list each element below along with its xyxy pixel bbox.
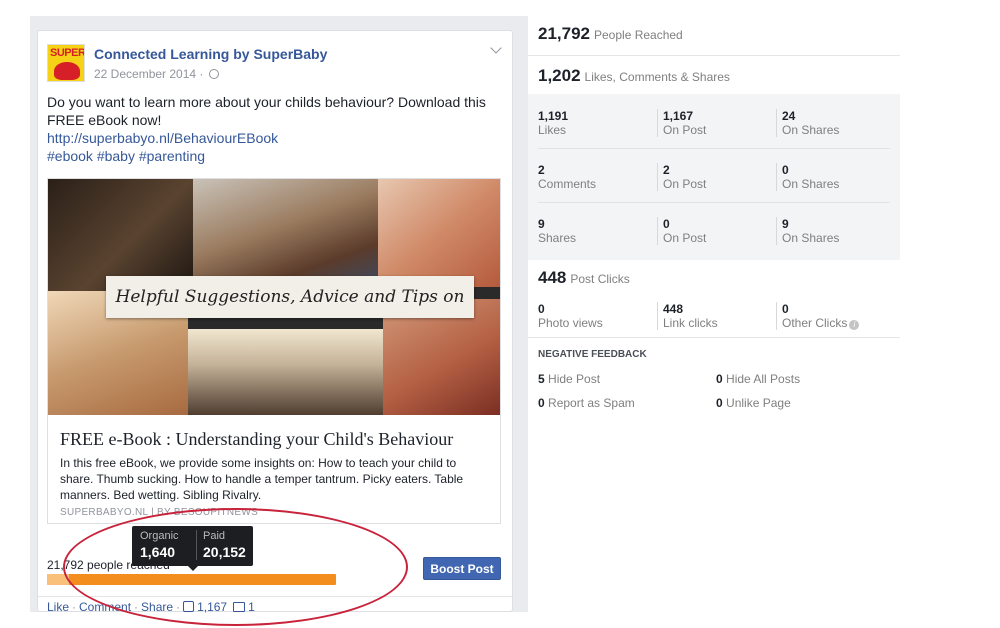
likes-on-shares: 24 On Shares — [776, 109, 839, 137]
report-spam-stat: 0 Report as Spam — [538, 396, 635, 410]
image-caption-banner: Helpful Suggestions, Advice and Tips on — [106, 276, 474, 318]
collage-photo — [48, 179, 198, 291]
link-clicks: 448 Link clicks — [657, 302, 718, 330]
divider — [538, 148, 890, 149]
people-reached-value: 21,792 — [538, 24, 590, 43]
post-date-text: 22 December 2014 · — [94, 67, 204, 81]
divider — [538, 202, 890, 203]
post-text-line: FREE eBook now! — [47, 112, 162, 128]
divider — [528, 55, 900, 56]
annotation-circle — [63, 508, 408, 626]
globe-icon — [208, 69, 219, 79]
post-panel: SUPER Connected Learning by SuperBaby 22… — [30, 16, 528, 626]
post-clicks-value: 448 — [538, 268, 567, 287]
link-preview-image: Helpful Suggestions, Advice and Tips on — [48, 179, 500, 415]
unlike-page-stat: 0 Unlike Page — [716, 396, 791, 410]
post-clicks-metric: 448 Post Clicks — [538, 268, 630, 288]
like-link[interactable]: Like — [47, 600, 69, 614]
post-text-line: Do you want to learn more about your chi… — [47, 94, 486, 110]
shares-on-shares: 9 On Shares — [776, 217, 839, 245]
page-avatar[interactable]: SUPER — [47, 44, 85, 82]
likes-on-post: 1,167 On Post — [657, 109, 706, 137]
divider — [528, 337, 900, 338]
collage-photo — [193, 179, 378, 287]
other-clicks: 0 Other Clicks i — [776, 302, 860, 330]
comments-total: 2 Comments — [538, 163, 597, 191]
engagement-value: 1,202 — [538, 66, 581, 85]
negative-feedback-title: NEGATIVE FEEDBACK — [538, 349, 647, 360]
engagement-metric: 1,202 Likes, Comments & Shares — [538, 66, 730, 86]
link-title[interactable]: FREE e-Book : Understanding your Child's… — [60, 429, 453, 450]
engagement-breakdown: 1,191 Likes 1,167 On Post 24 On Shares 2 Com… — [528, 94, 900, 260]
link-description: In this free eBook, we provide some insi… — [60, 456, 464, 502]
post-hashtags[interactable]: #ebook #baby #parenting — [47, 148, 205, 164]
people-reached-metric: 21,792 People Reached — [538, 24, 683, 44]
comments-on-post: 2 On Post — [657, 163, 706, 191]
boost-post-button[interactable]: Boost Post — [423, 557, 501, 580]
page-name-link[interactable]: Connected Learning by SuperBaby — [94, 46, 327, 62]
avatar-logo-shape — [54, 62, 80, 80]
shares-total: 9 Shares — [538, 217, 577, 245]
collage-photo — [188, 329, 383, 415]
likes-total: 1,191 Likes — [538, 109, 569, 137]
insights-panel: 21,792 People Reached 1,202 Likes, Comment… — [528, 16, 900, 436]
post-link[interactable]: http://superbabyo.nl/BehaviourEBook — [47, 130, 278, 146]
chevron-down-icon[interactable] — [490, 42, 502, 54]
people-reached-label: People Reached — [594, 28, 683, 42]
post-text: Do you want to learn more about your chi… — [47, 93, 503, 165]
comments-on-shares: 0 On Shares — [776, 163, 839, 191]
engagement-label: Likes, Comments & Shares — [584, 70, 730, 84]
link-preview-card[interactable]: Helpful Suggestions, Advice and Tips on … — [47, 178, 501, 524]
avatar-logo-text: SUPER — [50, 47, 85, 59]
hide-all-posts-stat: 0 Hide All Posts — [716, 372, 801, 386]
shares-on-post: 0 On Post — [657, 217, 706, 245]
hide-post-stat: 5 Hide Post — [538, 372, 601, 386]
post-clicks-label: Post Clicks — [570, 272, 630, 286]
info-icon[interactable]: i — [849, 320, 860, 330]
collage-photo — [378, 179, 500, 287]
post-timestamp[interactable]: 22 December 2014 · — [94, 67, 219, 81]
photo-views: 0 Photo views — [538, 302, 603, 330]
